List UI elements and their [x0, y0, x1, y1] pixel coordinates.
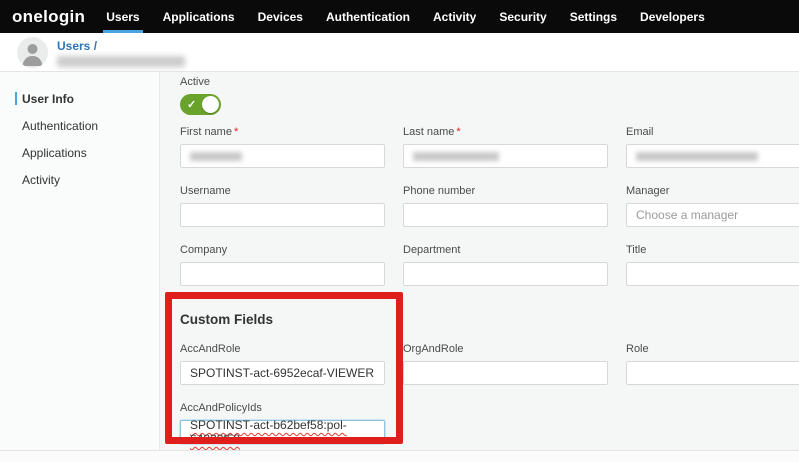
required-marker: *: [234, 126, 238, 138]
nav-item-authentication[interactable]: Authentication: [326, 0, 410, 33]
manager-label: Manager: [626, 185, 799, 197]
acc-and-role-field: AccAndRole: [180, 343, 385, 385]
first-name-field: First name*: [180, 126, 385, 168]
required-marker: *: [456, 126, 460, 138]
phone-number-label: Phone number: [403, 185, 608, 197]
person-icon: [17, 37, 48, 68]
user-info-form: Active ✓ First name* Last name*: [160, 72, 799, 450]
email-field: Email: [626, 126, 799, 168]
first-name-label: First name*: [180, 126, 385, 138]
manager-input[interactable]: [626, 203, 799, 227]
acc-and-policy-ids-label: AccAndPolicyIds: [180, 402, 385, 414]
department-input[interactable]: [403, 262, 608, 286]
form-row-1: First name* Last name* Email: [180, 126, 799, 168]
email-redacted-value: [636, 152, 758, 161]
active-label: Active: [180, 76, 799, 88]
title-input[interactable]: [626, 262, 799, 286]
last-name-field: Last name*: [403, 126, 608, 168]
active-toggle[interactable]: ✓: [180, 94, 221, 115]
breadcrumb-bar: Users /: [0, 33, 799, 72]
org-and-role-label: OrgAndRole: [403, 343, 608, 355]
content-area: User Info Authentication Applications Ac…: [0, 72, 799, 450]
org-and-role-field: OrgAndRole: [403, 343, 608, 385]
company-input[interactable]: [180, 262, 385, 286]
nav-item-applications[interactable]: Applications: [163, 0, 235, 33]
nav-item-activity[interactable]: Activity: [433, 0, 476, 33]
title-field: Title: [626, 244, 799, 286]
nav-item-security[interactable]: Security: [499, 0, 546, 33]
role-label: Role: [626, 343, 799, 355]
title-label: Title: [626, 244, 799, 256]
acc-and-role-input[interactable]: [180, 361, 385, 385]
onelogin-logo: onelogin: [12, 0, 85, 33]
username-label: Username: [180, 185, 385, 197]
page-bottom-strip: [0, 450, 799, 462]
custom-fields-row-1: AccAndRole OrgAndRole Role: [180, 343, 799, 385]
company-label: Company: [180, 244, 385, 256]
nav-item-devices[interactable]: Devices: [258, 0, 303, 33]
first-name-redacted-value: [190, 152, 242, 161]
role-field: Role: [626, 343, 799, 385]
sidebar-item-applications[interactable]: Applications: [0, 139, 159, 166]
username-input[interactable]: [180, 203, 385, 227]
last-name-redacted-value: [413, 152, 499, 161]
department-field: Department: [403, 244, 608, 286]
custom-fields-heading: Custom Fields: [180, 312, 799, 328]
check-icon: ✓: [187, 98, 196, 111]
nav-item-developers[interactable]: Developers: [640, 0, 705, 33]
form-row-2: Username Phone number Manager: [180, 185, 799, 227]
sidebar-item-activity[interactable]: Activity: [0, 166, 159, 193]
top-nav: onelogin Users Applications Devices Auth…: [0, 0, 799, 33]
acc-and-policy-ids-field: AccAndPolicyIds SPOTINST-act-b62bef58:po…: [180, 402, 385, 444]
nav-item-users[interactable]: Users: [106, 0, 139, 33]
acc-and-role-label: AccAndRole: [180, 343, 385, 355]
phone-number-input[interactable]: [403, 203, 608, 227]
manager-field: Manager: [626, 185, 799, 227]
company-field: Company: [180, 244, 385, 286]
username-field: Username: [180, 185, 385, 227]
org-and-role-input[interactable]: [403, 361, 608, 385]
acc-and-policy-ids-input[interactable]: SPOTINST-act-b62bef58:pol-64828f58: [180, 420, 385, 444]
toggle-knob: [202, 96, 219, 113]
left-sidebar: User Info Authentication Applications Ac…: [0, 72, 160, 450]
last-name-label: Last name*: [403, 126, 608, 138]
breadcrumb-username-redacted: [57, 56, 185, 67]
phone-number-field: Phone number: [403, 185, 608, 227]
onelogin-user-page: onelogin Users Applications Devices Auth…: [0, 0, 799, 462]
sidebar-item-authentication[interactable]: Authentication: [0, 112, 159, 139]
custom-fields-row-2: AccAndPolicyIds SPOTINST-act-b62bef58:po…: [180, 402, 799, 444]
form-row-3: Company Department Title: [180, 244, 799, 286]
nav-menu: Users Applications Devices Authenticatio…: [106, 0, 705, 33]
department-label: Department: [403, 244, 608, 256]
acc-and-policy-ids-value: SPOTINST-act-b62bef58:pol-64828f58: [190, 418, 375, 446]
sidebar-item-user-info[interactable]: User Info: [0, 85, 159, 112]
nav-item-settings[interactable]: Settings: [570, 0, 617, 33]
breadcrumb-users-link[interactable]: Users /: [57, 39, 97, 53]
email-label: Email: [626, 126, 799, 138]
role-input[interactable]: [626, 361, 799, 385]
user-avatar-icon: [17, 37, 48, 68]
